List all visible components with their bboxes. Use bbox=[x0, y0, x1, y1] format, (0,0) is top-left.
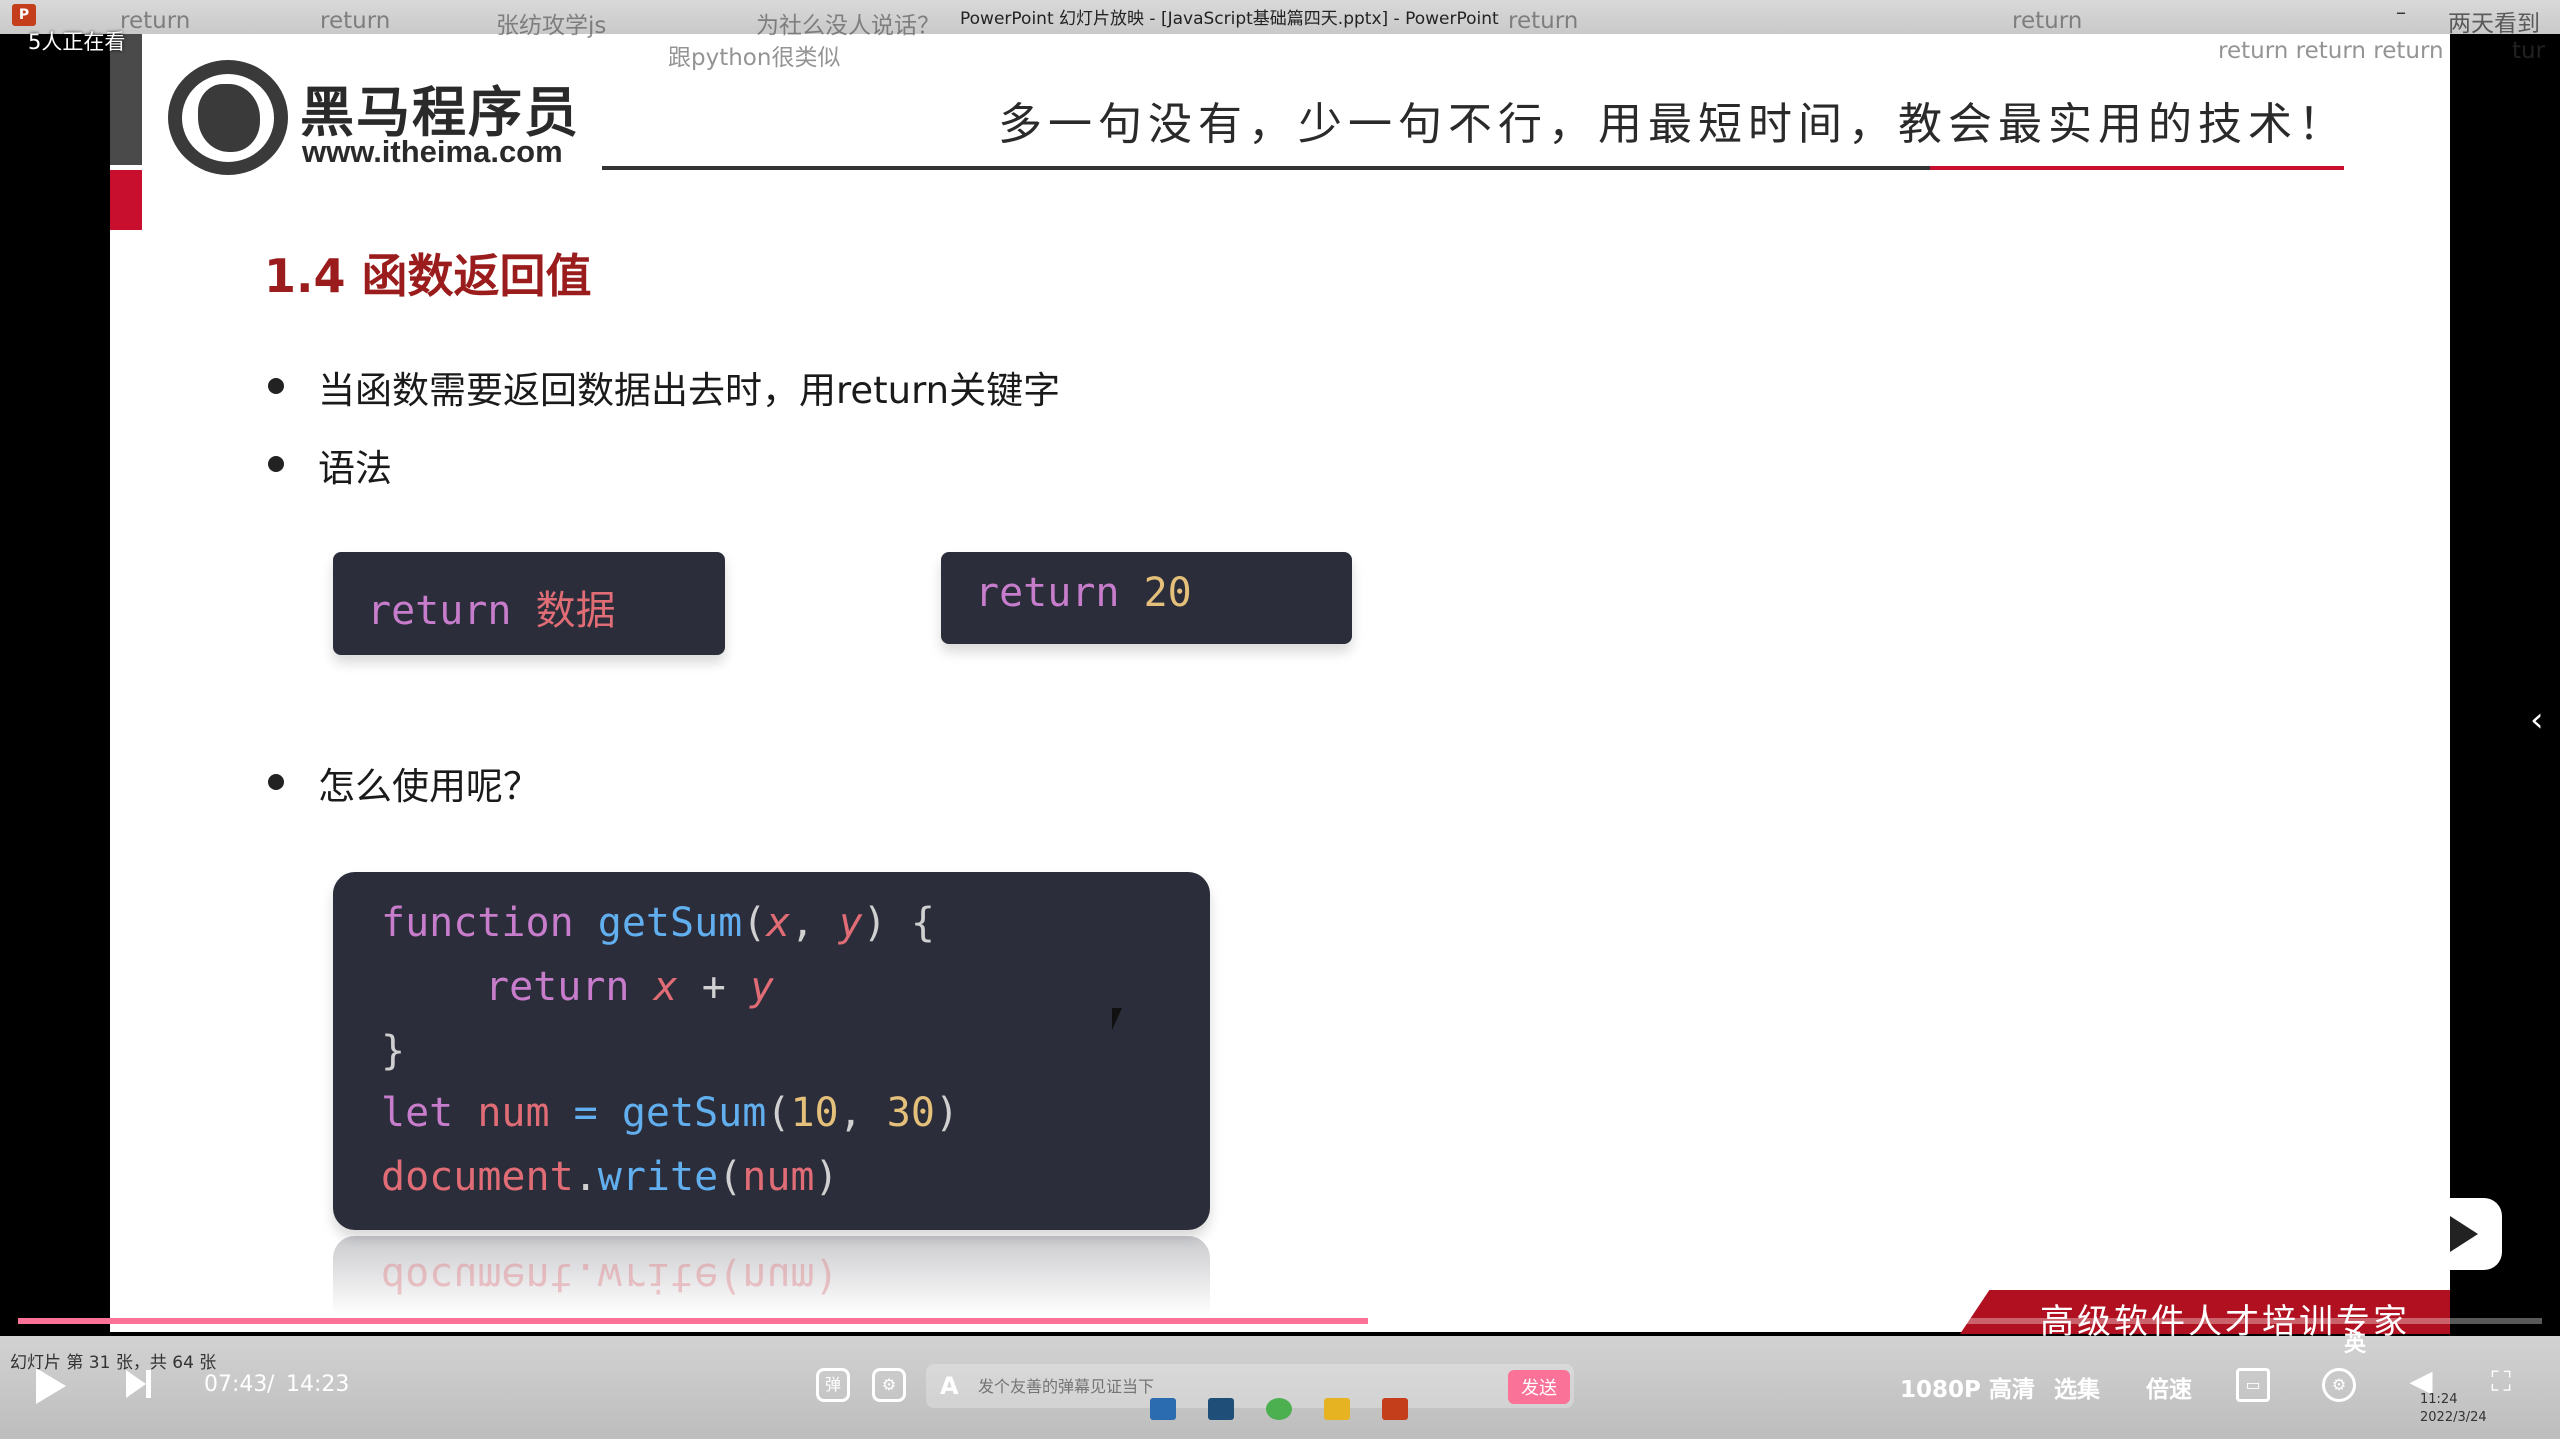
code-block-reflection: document.write(num) bbox=[333, 1236, 1210, 1316]
system-date: 2022/3/24 bbox=[2420, 1410, 2487, 1425]
syntax-example-box: return 20 bbox=[941, 552, 1352, 644]
code-value: 数据 bbox=[535, 588, 616, 634]
horse-logo-icon bbox=[168, 60, 288, 175]
section-title: 1.4 函数返回值 bbox=[264, 249, 592, 303]
window-title: PowerPoint 幻灯片放映 - [JavaScript基础篇四天.pptx… bbox=[960, 9, 1499, 29]
danmaku-settings-icon[interactable]: ⚙ bbox=[872, 1368, 906, 1402]
send-danmaku-button[interactable]: 发送 bbox=[1508, 1370, 1570, 1404]
danmaku-item: 跟python很类似 bbox=[668, 45, 841, 71]
brand-logo: 黑马程序员 www.itheima.com bbox=[168, 60, 578, 180]
bullet-dot bbox=[268, 378, 284, 394]
code-line: return x + y bbox=[485, 964, 775, 1010]
danmaku-item: return return return bbox=[2218, 38, 2444, 64]
folder-icon[interactable] bbox=[1324, 1398, 1350, 1420]
bullet-dot bbox=[268, 456, 284, 472]
code-keyword: return bbox=[367, 588, 512, 634]
danmaku-item: return bbox=[320, 8, 391, 34]
time-separator: / bbox=[267, 1372, 275, 1397]
ime-indicator[interactable]: 英 bbox=[2344, 1326, 2366, 1358]
danmaku-item: 两天看到 bbox=[2448, 11, 2540, 37]
danmaku-item: return bbox=[1508, 8, 1579, 34]
danmaku-item: return bbox=[120, 8, 191, 34]
slide-slogan: 多一句没有，少一句不行，用最短时间，教会最实用的技术！ bbox=[998, 99, 2348, 150]
code-value: 20 bbox=[1143, 570, 1192, 616]
next-button[interactable] bbox=[126, 1370, 154, 1402]
code-line: let num = getSum(10, 30) bbox=[381, 1090, 960, 1136]
speed-button[interactable]: 倍速 bbox=[2146, 1370, 2192, 1404]
bullet-text: 当函数需要返回数据出去时，用return关键字 bbox=[318, 369, 1061, 412]
code-keyword: return bbox=[975, 570, 1120, 616]
code-line: function getSum(x, y) { bbox=[381, 900, 935, 946]
text-style-icon[interactable]: A bbox=[940, 1372, 959, 1400]
danmaku-item: return bbox=[2012, 8, 2083, 34]
danmaku-input[interactable] bbox=[926, 1364, 1574, 1408]
bullet-text: 语法 bbox=[318, 447, 392, 490]
danmaku-item: tur bbox=[2512, 38, 2546, 64]
cast-icon[interactable]: ▭ bbox=[2236, 1368, 2270, 1402]
mouse-cursor-icon bbox=[1112, 1008, 1136, 1030]
powerpoint-icon: P bbox=[12, 4, 36, 26]
code-block: function getSum(x, y) { return x + y } l… bbox=[333, 872, 1210, 1230]
powerpoint-taskbar-icon[interactable] bbox=[1382, 1398, 1408, 1420]
danmaku-item: 张纺攻学js bbox=[496, 13, 607, 39]
danmaku-toggle-icon[interactable]: 弹 bbox=[816, 1368, 850, 1402]
chrome-icon[interactable] bbox=[1266, 1398, 1292, 1420]
settings-gear-icon[interactable]: ⚙ bbox=[2322, 1368, 2356, 1402]
code-line: document.write(num) bbox=[381, 1154, 839, 1200]
bullet-dot bbox=[268, 774, 284, 790]
task-view-icon[interactable] bbox=[1208, 1398, 1234, 1420]
danmaku-item: 为社么没人说话？ bbox=[756, 13, 940, 39]
time-total: 14:23 bbox=[286, 1372, 350, 1397]
video-progress-bar[interactable] bbox=[18, 1318, 2542, 1324]
logo-url: www.itheima.com bbox=[302, 134, 563, 169]
viewer-count: 5人正在看 bbox=[28, 30, 126, 54]
play-button[interactable] bbox=[36, 1368, 66, 1404]
system-clock: 11:24 bbox=[2420, 1392, 2458, 1407]
time-current: 07:43 bbox=[204, 1372, 268, 1397]
windows-start-icon[interactable] bbox=[1150, 1398, 1176, 1420]
bilibili-play-icon[interactable] bbox=[2420, 1198, 2502, 1270]
fullscreen-icon[interactable]: ⛶ bbox=[2484, 1368, 2518, 1402]
video-progress-fill bbox=[18, 1318, 1369, 1324]
quality-selector[interactable]: 1080P 高清 bbox=[1900, 1370, 2035, 1404]
minimize-icon[interactable]: – bbox=[2396, 0, 2406, 24]
video-player-screen: P PowerPoint 幻灯片放映 - [JavaScript基础篇四天.pp… bbox=[0, 0, 2560, 1439]
slide-decor-red-bar bbox=[110, 170, 142, 230]
chevron-left-icon[interactable]: ‹ bbox=[2530, 700, 2544, 740]
header-divider-accent bbox=[1930, 166, 2344, 170]
code-line: } bbox=[381, 1028, 406, 1074]
episodes-button[interactable]: 选集 bbox=[2054, 1370, 2100, 1404]
syntax-example-box: return 数据 bbox=[333, 552, 725, 655]
bullet-text: 怎么使用呢？ bbox=[318, 765, 540, 808]
